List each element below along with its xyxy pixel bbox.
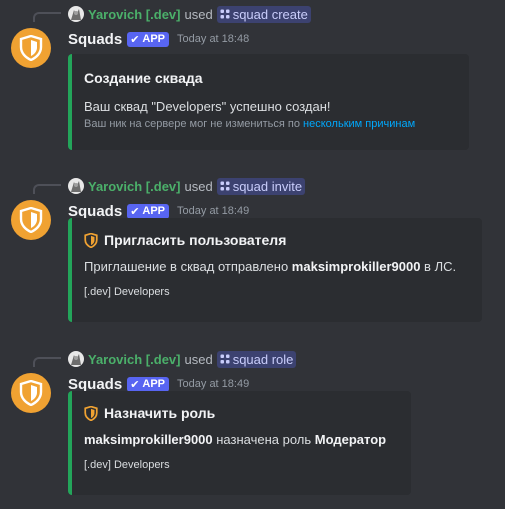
embed: Назначить роль maksimprokiller9000 назна… [68, 391, 411, 495]
embed-title-text: Назначить роль [104, 405, 216, 421]
reply-used-text: used [184, 6, 213, 22]
reply-username[interactable]: Yarovich [.dev] [88, 352, 180, 367]
embed-footer: [.dev] Developers [84, 286, 170, 298]
embed-note: Ваш ник на сервере мог не измениться по … [84, 116, 453, 132]
shield-icon [19, 380, 43, 406]
timestamp[interactable]: Today at 18:48 [177, 33, 249, 45]
reply-avatar[interactable] [68, 178, 84, 194]
target-username: maksimprokiller9000 [84, 432, 213, 447]
reply-username[interactable]: Yarovich [.dev] [88, 7, 180, 22]
app-badge-label: APP [142, 378, 166, 390]
slash-command-icon [220, 354, 230, 364]
slash-command-mention[interactable]: squad invite [216, 177, 306, 195]
reasons-link[interactable]: нескольким причинам [303, 118, 415, 130]
reply-context[interactable]: Yarovich [.dev] used squad invite [68, 177, 306, 195]
reply-used-text: used [184, 351, 213, 367]
app-badge-label: APP [142, 33, 166, 45]
reply-context[interactable]: Yarovich [.dev] used squad role [68, 350, 297, 368]
embed-note-text: Ваш ник на сервере мог не измениться по [84, 118, 304, 130]
slash-command-mention[interactable]: squad role [216, 350, 297, 368]
embed-title: Пригласить пользователя [84, 230, 466, 250]
desc-text: в ЛС. [420, 259, 457, 274]
app-badge: ✔ APP [127, 31, 170, 47]
reply-spine [33, 184, 61, 194]
slash-command-mention[interactable]: squad create [216, 5, 311, 23]
role-name: Модератор [314, 432, 387, 447]
reply-avatar[interactable] [68, 6, 84, 22]
shield-icon [19, 207, 43, 233]
bot-name[interactable]: Squads [68, 203, 122, 220]
embed-description: Приглашение в сквад отправлено maksimpro… [84, 258, 466, 276]
check-icon: ✔ [130, 33, 140, 46]
bot-name[interactable]: Squads [68, 376, 122, 393]
check-icon: ✔ [130, 205, 140, 218]
embed-title: Назначить роль [84, 403, 395, 423]
slash-command-icon [220, 181, 230, 191]
app-badge: ✔ APP [127, 203, 170, 219]
shield-icon [19, 35, 43, 61]
check-icon: ✔ [130, 378, 140, 391]
reply-avatar[interactable] [68, 351, 84, 367]
app-badge: ✔ APP [127, 376, 170, 392]
command-name: squad role [232, 351, 294, 367]
invited-username: maksimprokiller9000 [291, 259, 421, 274]
reply-used-text: used [184, 178, 213, 194]
slash-command-icon [220, 9, 230, 19]
timestamp[interactable]: Today at 18:49 [177, 378, 249, 390]
bot-avatar[interactable] [11, 373, 51, 413]
reply-spine [33, 357, 61, 367]
reply-spine [33, 12, 61, 22]
app-badge-label: APP [142, 205, 166, 217]
command-name: squad create [232, 6, 308, 22]
bot-avatar[interactable] [11, 200, 51, 240]
shield-icon [84, 405, 98, 421]
command-name: squad invite [232, 178, 303, 194]
timestamp[interactable]: Today at 18:49 [177, 205, 249, 217]
bot-name[interactable]: Squads [68, 31, 122, 48]
embed: Создание сквада Ваш сквад "Developers" у… [68, 54, 469, 150]
desc-text: Приглашение в сквад отправлено [84, 259, 292, 274]
bot-avatar[interactable] [11, 28, 51, 68]
embed-title: Создание сквада [84, 70, 203, 86]
embed-footer: [.dev] Developers [84, 459, 170, 471]
reply-context[interactable]: Yarovich [.dev] used squad create [68, 5, 311, 23]
reply-username[interactable]: Yarovich [.dev] [88, 179, 180, 194]
embed-title-text: Пригласить пользователя [104, 232, 287, 248]
shield-icon [84, 232, 98, 248]
embed: Пригласить пользователя Приглашение в ск… [68, 218, 482, 322]
desc-text: назначена роль [212, 432, 315, 447]
message-header: Squads ✔ APP Today at 18:48 [68, 28, 249, 50]
embed-description: Ваш сквад "Developers" успешно создан! [84, 99, 331, 114]
embed-description: maksimprokiller9000 назначена роль Модер… [84, 431, 395, 449]
